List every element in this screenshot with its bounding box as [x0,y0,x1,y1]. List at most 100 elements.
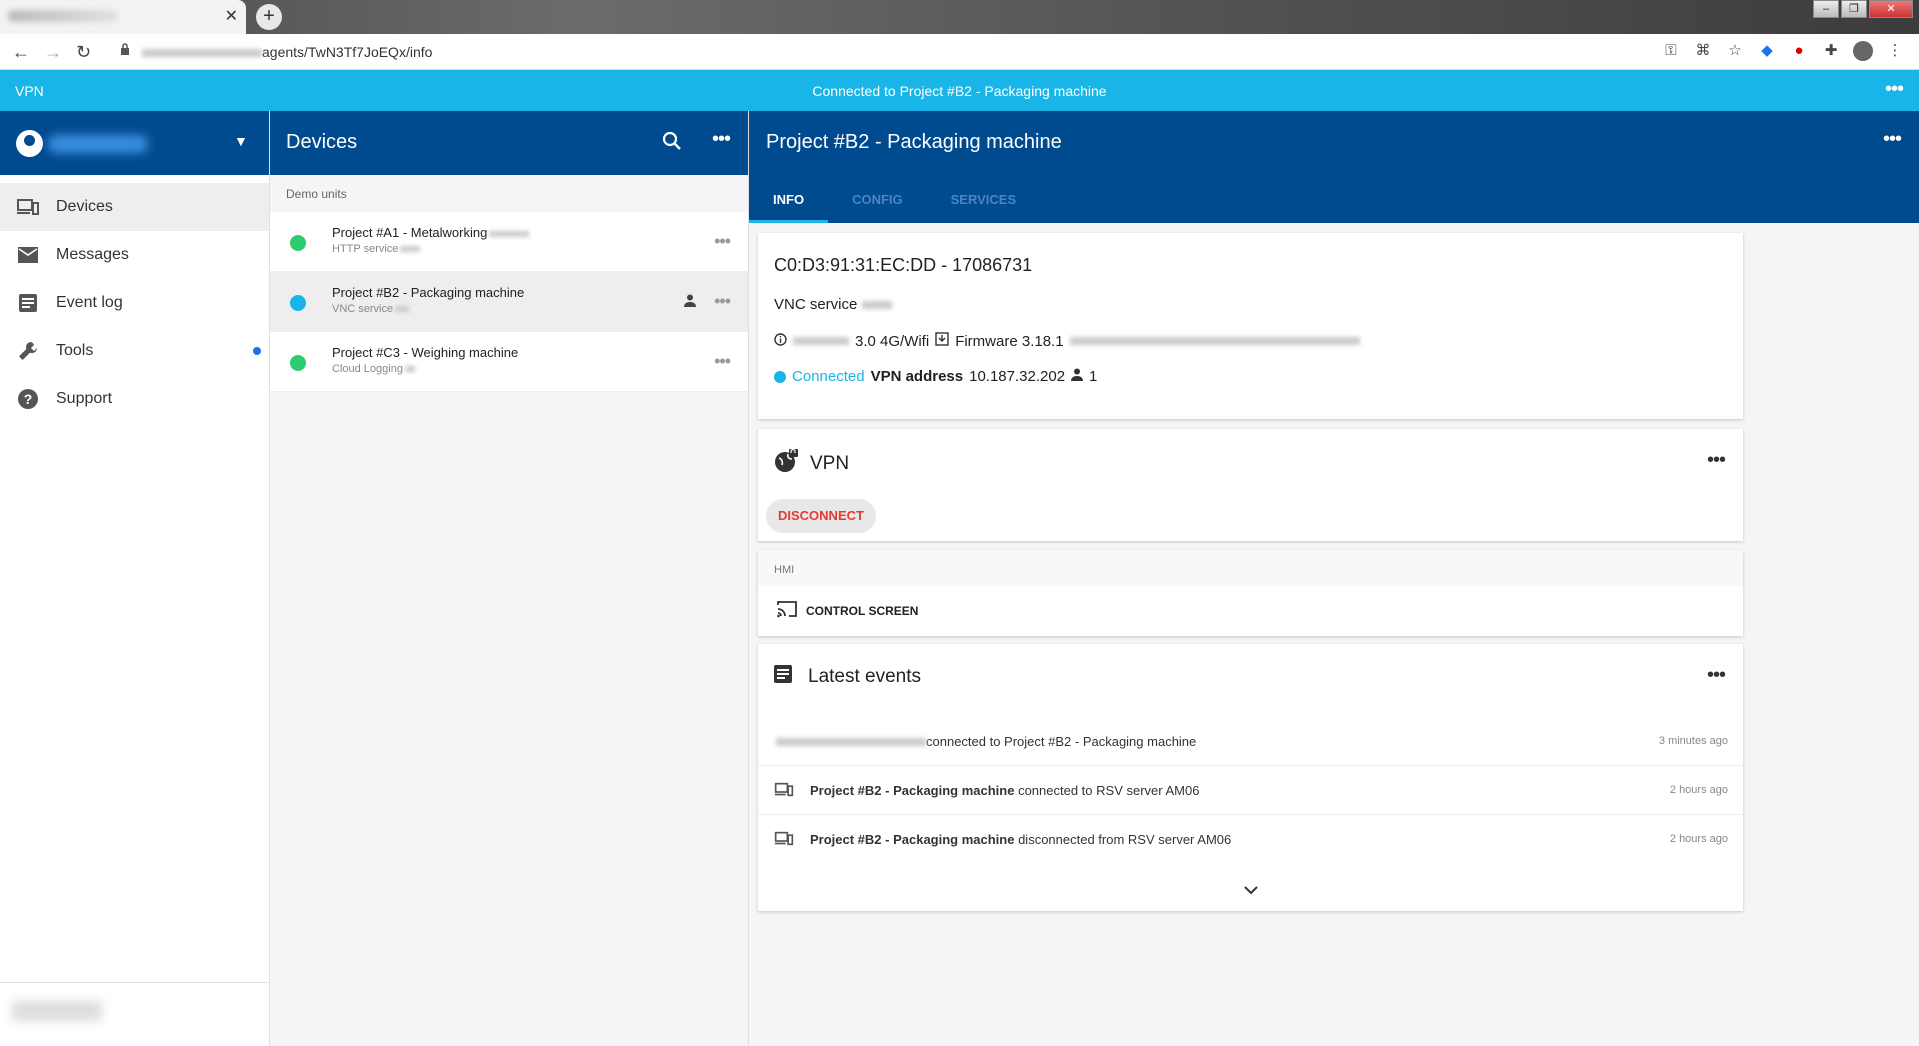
sidebar-item-support[interactable]: ? Support [0,375,269,423]
url-field[interactable]: agents/TwN3Tf7JoEQx/info [142,44,432,60]
key-icon[interactable]: ⚿ [1661,41,1681,61]
device-row[interactable]: Project #C3 - Weighing machine Cloud Log… [270,332,748,392]
events-more-icon[interactable]: ••• [1707,664,1726,687]
control-screen-label: CONTROL SCREEN [806,603,919,618]
event-time: 2 hours ago [1669,833,1728,845]
info-icon [774,332,787,350]
help-icon: ? [16,387,40,411]
mail-icon [16,243,40,267]
hmi-label: HMI [758,550,1743,586]
vpn-card-more-icon[interactable]: ••• [1707,449,1726,472]
vpn-address-label: VPN address [870,368,964,385]
device-row[interactable]: Project #A1 - Metalworking HTTP service … [270,212,748,272]
device-more-icon[interactable]: ••• [714,291,731,312]
sidebar-item-label: Messages [56,246,129,263]
forward-icon[interactable]: → [44,42,62,63]
opera-icon[interactable]: ● [1789,41,1809,61]
tab-config[interactable]: CONFIG [828,175,927,223]
device-name: Project #C3 - Weighing machine [332,345,519,360]
device-mac-serial: C0:D3:91:31:EC:DD - 17086731 [774,255,1033,275]
device-service: HTTP service [332,243,421,255]
device-group-label: Demo units [270,175,748,212]
vpn-status-text: Connected to Project #B2 - Packaging mac… [812,83,1107,99]
device-list-panel: Devices ••• Demo units Project #A1 - Met… [270,111,749,1046]
devices-icon [16,195,40,219]
tab-info[interactable]: INFO [749,175,829,223]
tab-services[interactable]: SERVICES [927,175,1041,223]
lock-icon[interactable] [120,43,130,58]
sidebar: ▼ Devices Messages Event log Tools ? Sup… [0,111,270,1046]
sidebar-item-event-log[interactable]: Event log [0,279,269,327]
vpn-status-bar: VPN Connected to Project #B2 - Packaging… [0,70,1919,111]
minimize-button[interactable]: – [1813,0,1839,18]
connected-status-dot [774,370,786,383]
star-icon[interactable]: ☆ [1725,41,1745,61]
account-icon [16,130,43,157]
person-icon [1071,368,1084,385]
event-time: 2 hours ago [1669,784,1728,796]
redacted-text [793,337,849,345]
event-time: 3 minutes ago [1658,735,1728,747]
wrench-icon [16,339,40,363]
device-list-header: Devices ••• [270,111,748,175]
translate-icon[interactable]: ⌘ [1693,41,1713,61]
address-bar: ← → ↻ agents/TwN3Tf7JoEQx/info ⚿ ⌘ ☆ ◆ ●… [0,34,1919,70]
device-list-title: Devices [286,131,358,153]
event-text: connected to Project #B2 - Packaging mac… [776,734,1196,749]
detail-header: Project #B2 - Packaging machine ••• INFO… [749,111,1919,223]
device-info-line: 3.0 4G/Wifi Firmware 3.18.1 [774,332,1360,350]
browser-tab[interactable]: ✕ [0,0,246,34]
device-list-more-icon[interactable]: ••• [712,128,731,151]
status-dot [290,295,306,311]
user-header[interactable]: ▼ [0,111,269,175]
device-service: Cloud Logging [332,363,415,375]
device-detail-panel: Project #B2 - Packaging machine ••• INFO… [749,111,1919,1046]
events-header: Latest events [774,665,921,689]
vpn-address-value: 10.187.32.202 [969,368,1066,385]
reload-icon[interactable]: ↻ [76,42,91,63]
vpn-card-header: VPN [774,448,850,479]
profile-avatar-icon[interactable] [1853,41,1873,61]
vpn-bar-more-icon[interactable]: ••• [1885,78,1904,101]
translate-extension-icon[interactable]: ◆ [1757,41,1777,61]
notification-badge [253,347,261,355]
device-name: Project #B2 - Packaging machine [332,285,525,300]
device-more-icon[interactable]: ••• [714,231,731,252]
detail-more-icon[interactable]: ••• [1883,128,1902,151]
disconnect-button[interactable]: DISCONNECT [766,499,876,533]
close-window-button[interactable]: ✕ [1869,0,1913,18]
restore-button[interactable]: ❐ [1841,0,1867,18]
device-row[interactable]: Project #B2 - Packaging machine VNC serv… [270,272,748,332]
firmware-icon [935,332,949,350]
vpn-card-title: VPN [810,453,850,474]
device-more-icon[interactable]: ••• [714,351,731,372]
connected-label: Connected [792,368,865,385]
back-icon[interactable]: ← [12,42,30,63]
sidebar-item-devices[interactable]: Devices [0,183,269,231]
person-icon [684,294,696,312]
chevron-down-icon[interactable] [758,882,1743,900]
puzzle-icon[interactable]: ✚ [1821,41,1841,61]
sidebar-item-messages[interactable]: Messages [0,231,269,279]
url-host-blurred [142,49,262,58]
svg-text:?: ? [24,391,33,407]
new-tab-button[interactable]: + [256,4,282,30]
search-icon[interactable] [662,131,682,156]
footer-blurred [12,1001,102,1021]
control-screen-button[interactable]: CONTROL SCREEN [776,600,918,621]
sidebar-item-label: Event log [56,294,123,311]
window-controls: – ❐ ✕ [1811,0,1913,18]
tab-close-icon[interactable]: ✕ [225,6,238,26]
device-name: Project #A1 - Metalworking [332,225,530,240]
vpn-card: VPN ••• DISCONNECT [758,429,1743,541]
browser-menu-icon[interactable]: ⋮ [1885,41,1905,61]
extension-icons: ⚿ ⌘ ☆ ◆ ● ✚ ⋮ [1661,41,1905,61]
event-row: Project #B2 - Packaging machine disconne… [758,815,1743,864]
event-text: Project #B2 - Packaging machine disconne… [810,832,1232,847]
sidebar-item-tools[interactable]: Tools [0,327,269,375]
event-log-icon [16,291,40,315]
url-path: agents/TwN3Tf7JoEQx/info [262,44,433,60]
status-dot [290,355,306,371]
caret-down-icon[interactable]: ▼ [234,133,248,149]
device-info-card: C0:D3:91:31:EC:DD - 17086731 VNC service… [758,233,1743,419]
